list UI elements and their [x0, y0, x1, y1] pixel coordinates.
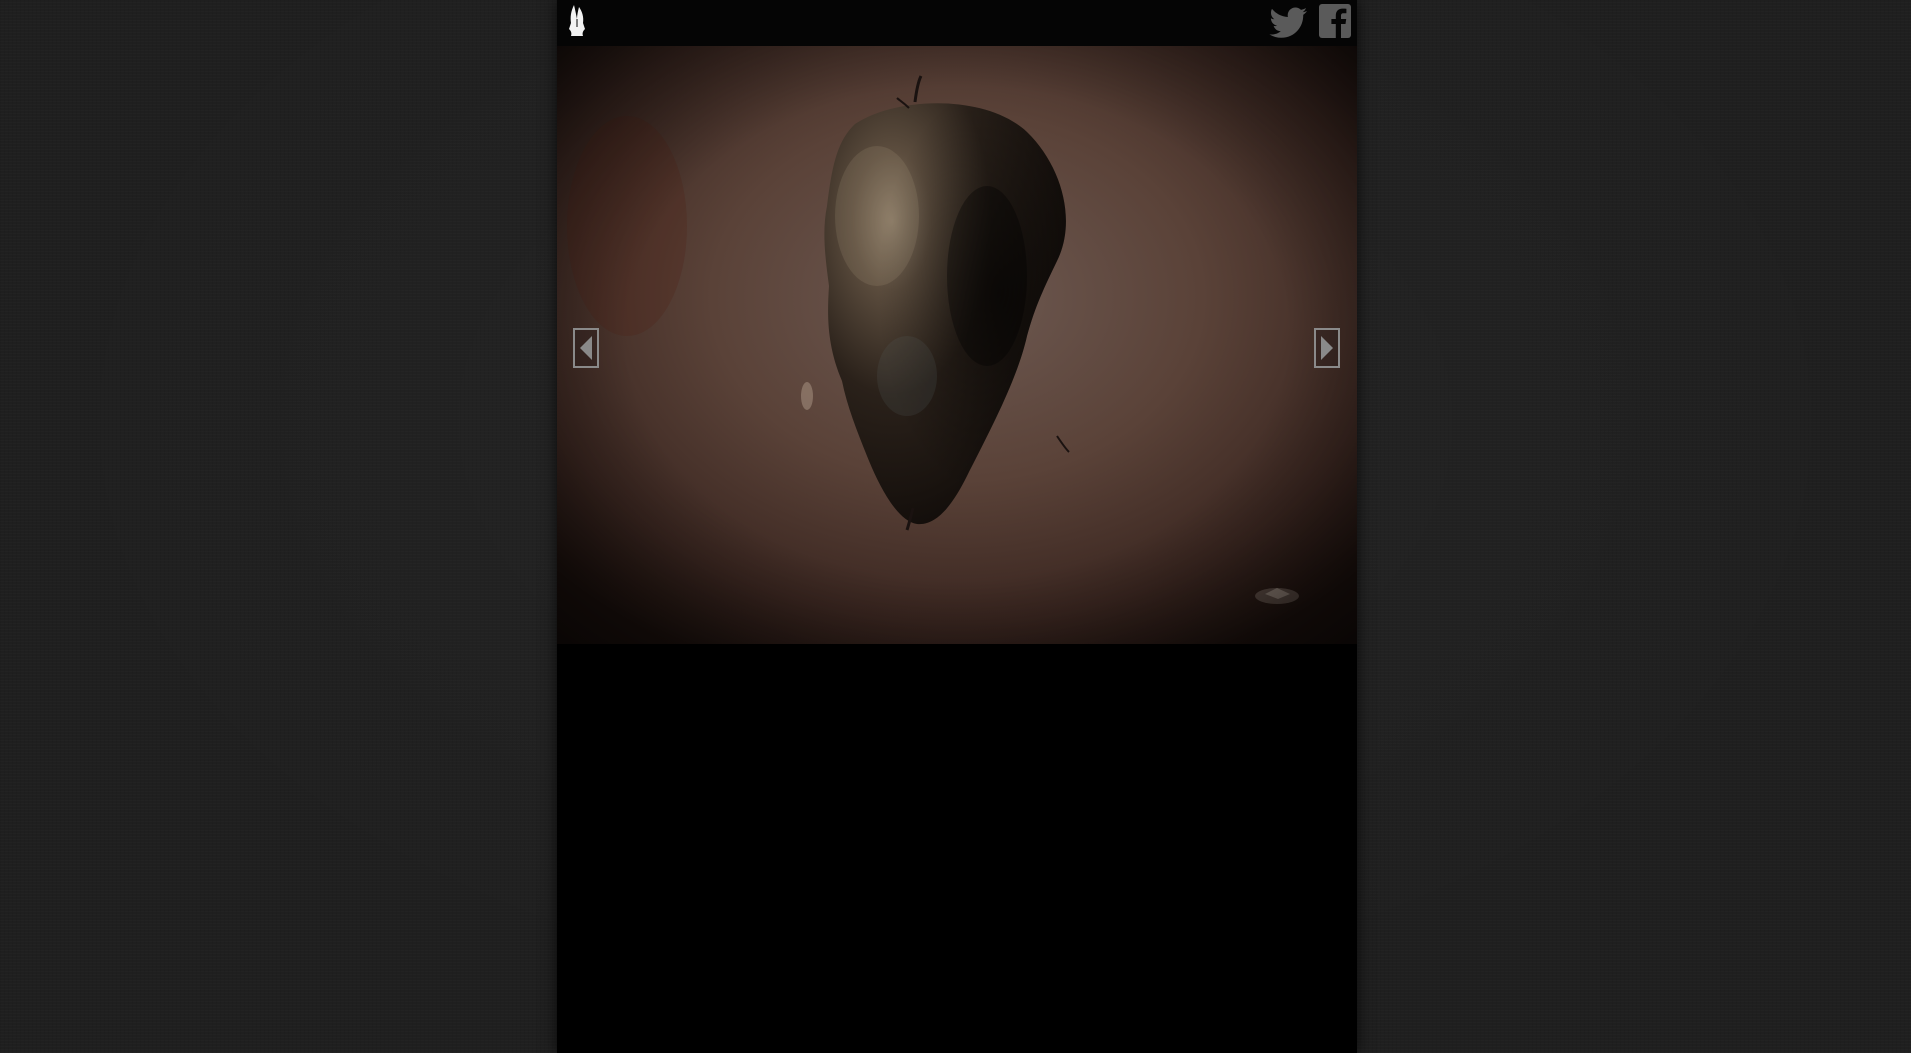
pale-bird-icon: [569, 5, 585, 36]
facebook-icon: [1319, 4, 1351, 38]
left-arrow-icon: [573, 328, 599, 368]
gallery-photo[interactable]: [557, 46, 1357, 644]
top-bar: [557, 0, 1357, 46]
twitter-link[interactable]: [1267, 2, 1309, 40]
next-image-button[interactable]: [1314, 328, 1340, 368]
content-area: [557, 644, 1357, 1053]
logo[interactable]: [565, 3, 589, 37]
twitter-icon: [1269, 7, 1307, 38]
previous-image-button[interactable]: [573, 328, 599, 368]
facebook-link[interactable]: [1317, 2, 1353, 40]
main-column: [557, 0, 1357, 1053]
right-arrow-icon: [1314, 328, 1340, 368]
image-gallery: [557, 46, 1357, 644]
